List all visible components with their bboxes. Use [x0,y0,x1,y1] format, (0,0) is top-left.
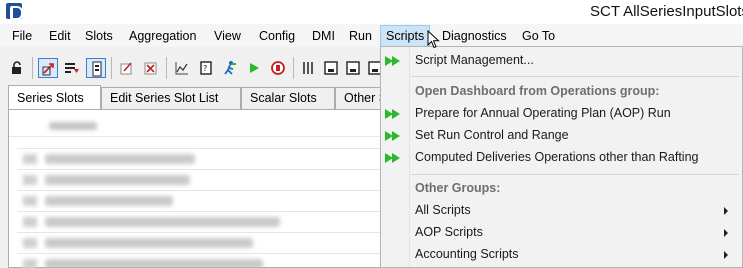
menu-item-aop-scripts[interactable]: AOP Scripts [381,222,742,244]
window-title: SCT AllSeriesInputSlots_7. [590,3,743,20]
link-icon[interactable] [38,58,58,78]
tab-edit-series-slot-list[interactable]: Edit Series Slot List [101,87,241,109]
menu-item-prepare-aop-run[interactable]: Prepare for Annual Operating Plan (AOP) … [381,103,742,125]
tab-scalar-slots[interactable]: Scalar Slots [241,87,335,109]
table-row[interactable] [17,253,389,268]
import-icon[interactable] [343,58,363,78]
menu-diagnostics[interactable]: Diagnostics [442,27,507,45]
script-run-icon [385,130,403,144]
menu-file[interactable]: File [12,27,32,45]
export-icon[interactable] [321,58,341,78]
slot-tabs: Series Slots Edit Series Slot List Scala… [8,85,388,110]
stop-icon[interactable] [268,58,288,78]
run-icon[interactable] [220,58,240,78]
table-row[interactable] [17,169,389,189]
mouse-cursor-icon [427,29,441,53]
table-row[interactable] [17,190,389,210]
hide-plot-icon[interactable] [141,58,161,78]
menu-scripts[interactable]: Scripts [380,25,431,47]
filter-icon[interactable] [62,58,82,78]
menu-run[interactable]: Run [349,27,372,45]
scripts-menu: Script Management... Open Dashboard from… [380,46,743,268]
table-row[interactable] [17,211,389,231]
menu-go-to[interactable]: Go To [522,27,555,45]
menu-item-all-scripts[interactable]: All Scripts [381,200,742,222]
script-run-icon [385,55,403,69]
timestep-icon[interactable]: ? [196,58,216,78]
menu-slots[interactable]: Slots [85,27,113,45]
graph-icon[interactable] [172,58,192,78]
script-run-icon [385,108,403,122]
submenu-arrow-icon [724,229,728,237]
tab-series-slots[interactable]: Series Slots [8,85,101,110]
column-icon[interactable] [299,58,319,78]
series-slot-list [8,109,389,268]
menu-dmi[interactable]: DMI [312,27,335,45]
menu-aggregation[interactable]: Aggregation [129,27,196,45]
submenu-arrow-icon [724,207,728,215]
select-column-icon[interactable] [86,58,106,78]
submenu-arrow-icon [724,251,728,259]
app-icon[interactable] [6,3,23,20]
menu-item-accounting-scripts[interactable]: Accounting Scripts [381,244,742,266]
play-icon[interactable] [244,58,264,78]
menu-view[interactable]: View [214,27,241,45]
menu-header-operations-group: Open Dashboard from Operations group: [415,84,660,98]
slot-label-column-header[interactable] [49,122,169,132]
svg-text:?: ? [203,64,207,73]
plot-icon[interactable] [117,58,137,78]
menu-header-other-groups: Other Groups: [415,181,501,195]
title-bar: SCT AllSeriesInputSlots_7. [0,0,743,24]
menu-item-script-management[interactable]: Script Management... [381,50,742,72]
menu-config[interactable]: Config [259,27,295,45]
menu-edit[interactable]: Edit [49,27,71,45]
menu-bar: File Edit Slots Aggregation View Config … [0,24,743,47]
lock-icon[interactable] [8,58,28,78]
table-row[interactable] [17,148,389,168]
table-row[interactable] [17,232,389,252]
menu-item-set-run-control[interactable]: Set Run Control and Range [381,125,742,147]
script-run-icon [385,152,403,166]
menu-item-computed-deliveries[interactable]: Computed Deliveries Operations other tha… [381,147,742,169]
